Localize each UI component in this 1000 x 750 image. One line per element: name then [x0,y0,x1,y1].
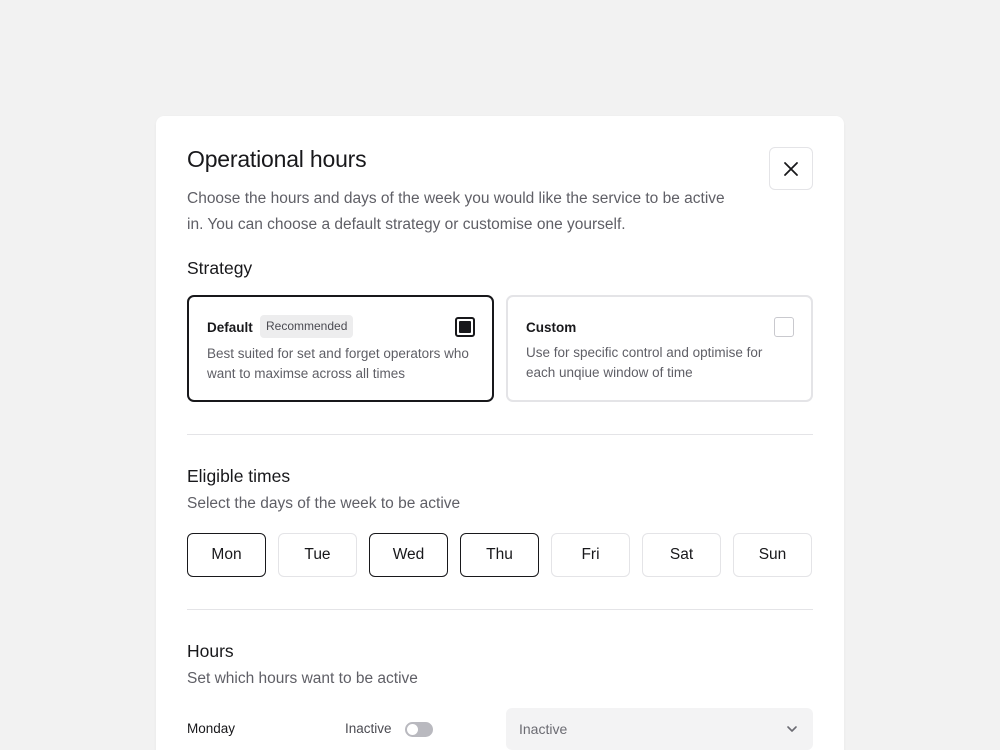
day-button-fri[interactable]: Fri [551,533,630,577]
hours-subtitle: Set which hours want to be active [187,670,418,687]
strategy-heading: Strategy [187,258,253,278]
select-value: Inactive [519,721,568,737]
monday-hours-select[interactable]: Inactive [506,708,813,750]
strategy-option-default[interactable]: Default Recommended Best suited for set … [187,295,494,402]
strategy-option-custom[interactable]: Custom Use for specific control and opti… [506,295,813,402]
day-button-sun[interactable]: Sun [733,533,812,577]
day-button-wed[interactable]: Wed [369,533,448,577]
monday-active-toggle[interactable] [405,722,433,737]
strategy-option-title: Default [207,320,253,335]
close-icon [784,161,798,176]
modal-title: Operational hours [187,146,367,172]
eligible-times-subtitle: Select the days of the week to be active [187,495,461,512]
divider [187,609,813,610]
toggle-knob [407,724,418,735]
day-button-mon[interactable]: Mon [187,533,266,577]
day-button-sat[interactable]: Sat [642,533,721,577]
hours-row-day-label: Monday [187,721,236,736]
strategy-default-checkbox[interactable] [455,317,475,337]
strategy-option-description: Use for specific control and optimise fo… [526,345,763,380]
hours-heading: Hours [187,641,234,661]
divider [187,434,813,435]
hours-row-status-label: Inactive [345,721,392,736]
chevron-down-icon [787,726,797,732]
modal-description: Choose the hours and days of the week yo… [187,190,725,233]
close-button[interactable] [769,147,813,190]
operational-hours-modal: Operational hours Choose the hours and d… [156,116,844,750]
strategy-custom-checkbox[interactable] [774,317,794,337]
strategy-option-title: Custom [526,320,577,335]
eligible-times-heading: Eligible times [187,466,291,486]
day-button-thu[interactable]: Thu [460,533,539,577]
strategy-option-description: Best suited for set and forget operators… [207,346,469,381]
recommended-badge: Recommended [260,315,354,338]
day-button-tue[interactable]: Tue [278,533,357,577]
